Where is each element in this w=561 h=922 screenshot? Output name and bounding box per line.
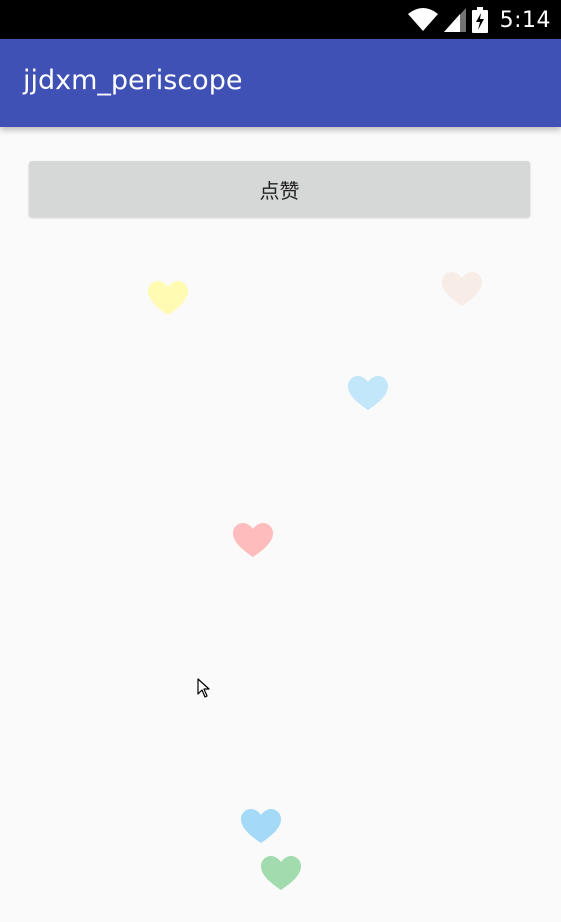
heart-green-icon: [261, 856, 301, 892]
app-title: jjdxm_periscope: [23, 65, 243, 96]
battery-charging-icon: [471, 7, 488, 33]
status-bar: 5:14: [0, 0, 561, 39]
mouse-pointer-icon: [197, 678, 211, 698]
cell-signal-icon: [443, 8, 466, 32]
heart-beige-icon: [442, 272, 482, 308]
wifi-icon: [407, 8, 438, 32]
like-button[interactable]: 点赞: [29, 161, 530, 217]
app-bar: jjdxm_periscope: [0, 39, 561, 127]
heart-light-blue-icon: [348, 376, 388, 412]
heart-pink-icon: [233, 523, 273, 559]
heart-blue-icon: [241, 809, 281, 845]
heart-yellow-icon: [148, 281, 188, 317]
main-content: 点赞: [0, 127, 561, 922]
status-icons: 5:14: [407, 4, 551, 36]
clock: 5:14: [499, 7, 551, 33]
